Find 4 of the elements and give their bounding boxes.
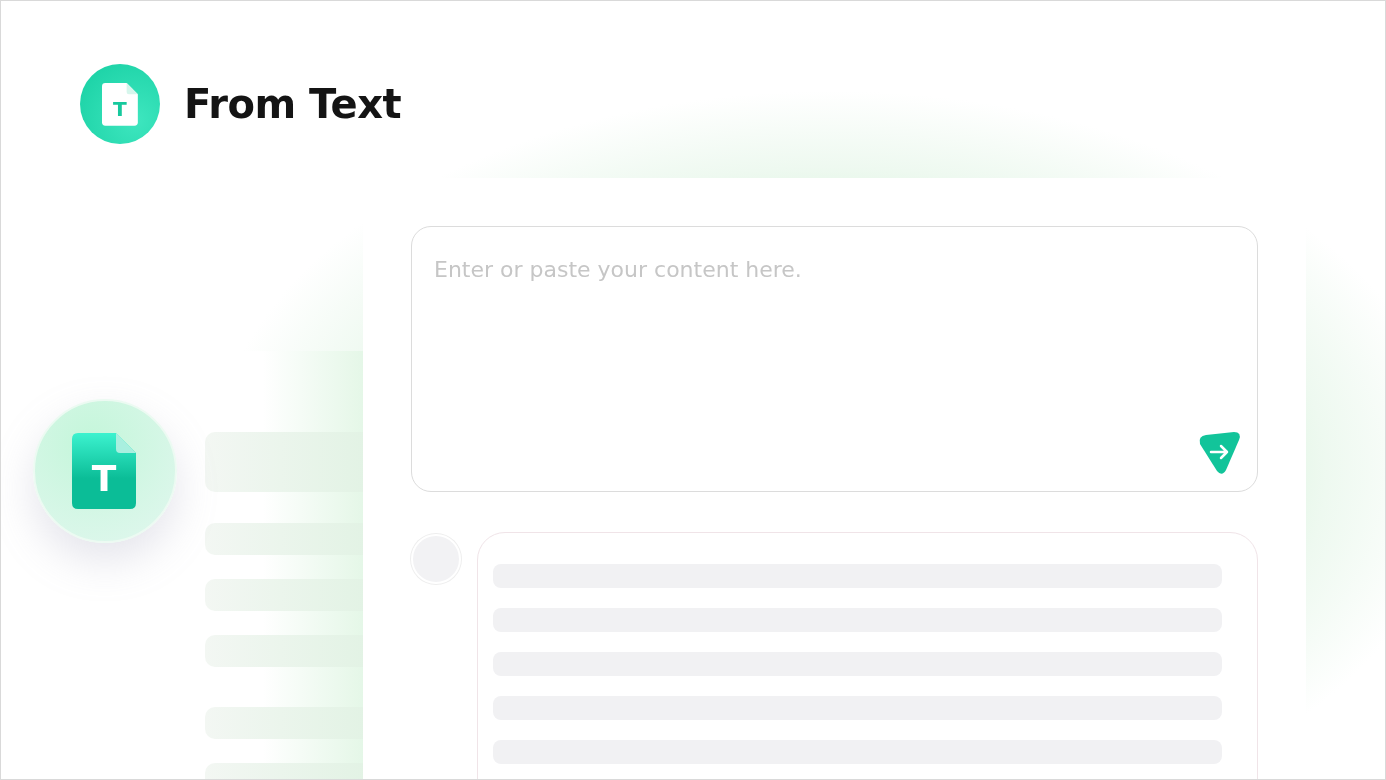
document-icon: T	[72, 431, 138, 511]
content-field[interactable]: Enter or paste your content here.	[411, 226, 1258, 492]
document-icon: T	[101, 81, 139, 127]
page-title: From Text	[184, 81, 402, 127]
